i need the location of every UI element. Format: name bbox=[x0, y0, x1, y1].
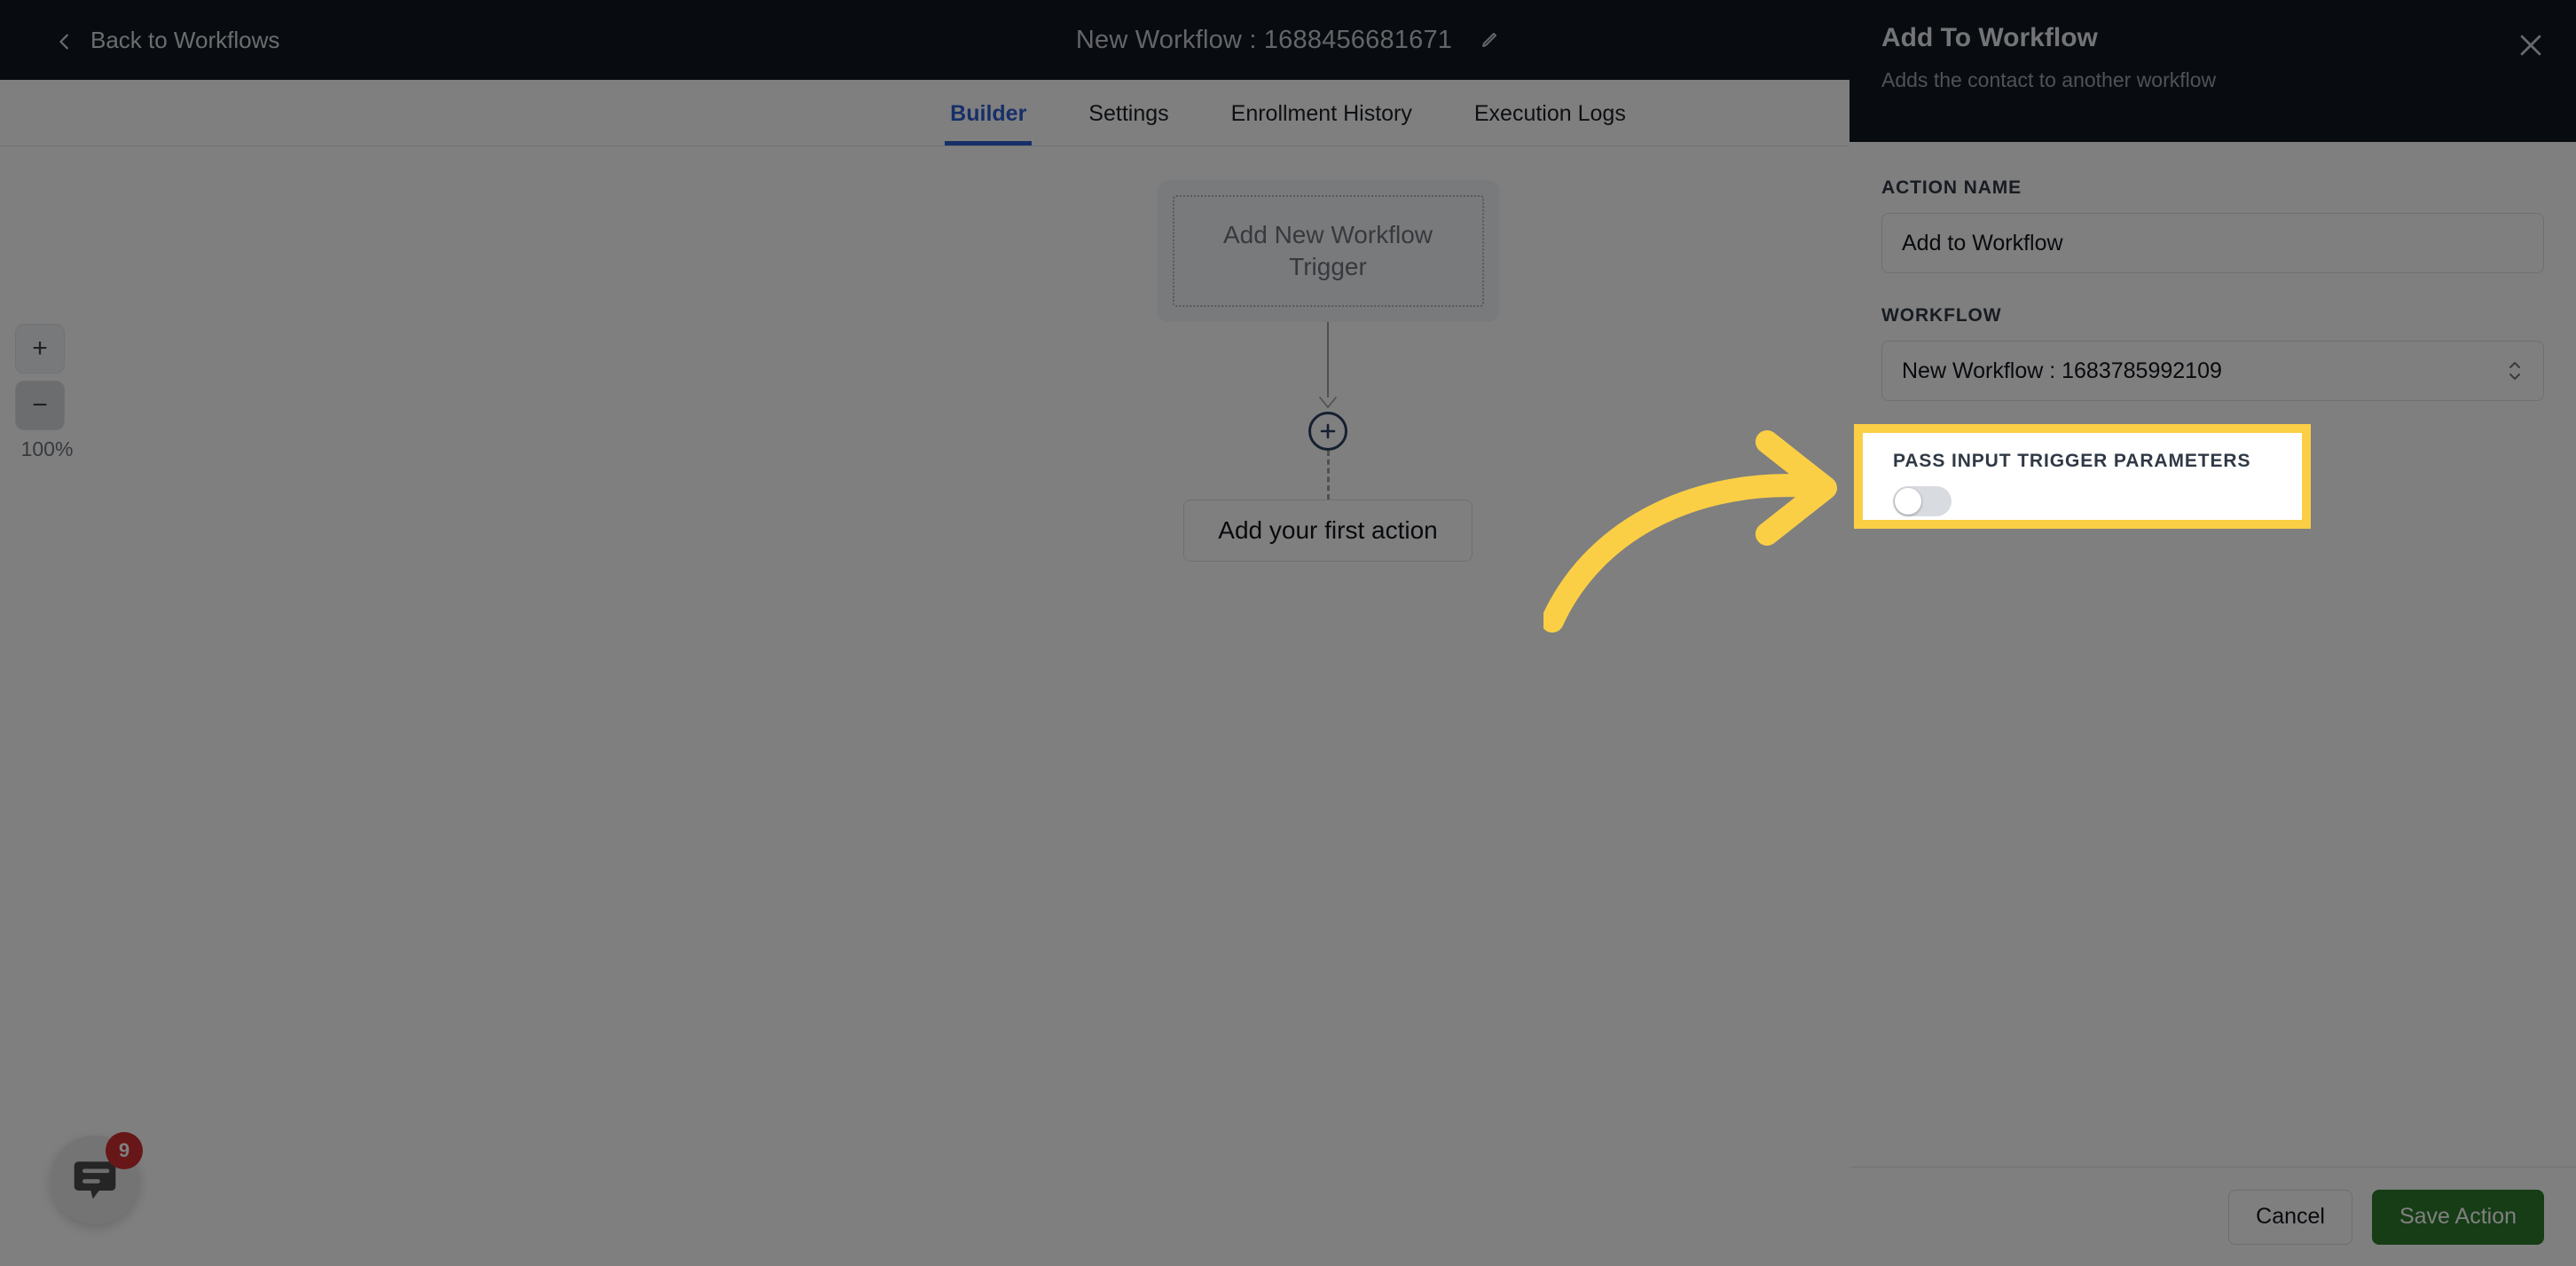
highlight-toggle[interactable] bbox=[1893, 486, 1952, 516]
app-root: Back to Workflows New Workflow : 1688456… bbox=[0, 0, 2576, 1266]
pass-input-trigger-parameters-highlight[interactable]: PASS INPUT TRIGGER PARAMETERS bbox=[1854, 424, 2311, 529]
highlight-toggle-knob bbox=[1895, 488, 1921, 515]
modal-dim-overlay bbox=[0, 0, 2576, 1266]
highlight-field-label: PASS INPUT TRIGGER PARAMETERS bbox=[1893, 451, 2251, 471]
